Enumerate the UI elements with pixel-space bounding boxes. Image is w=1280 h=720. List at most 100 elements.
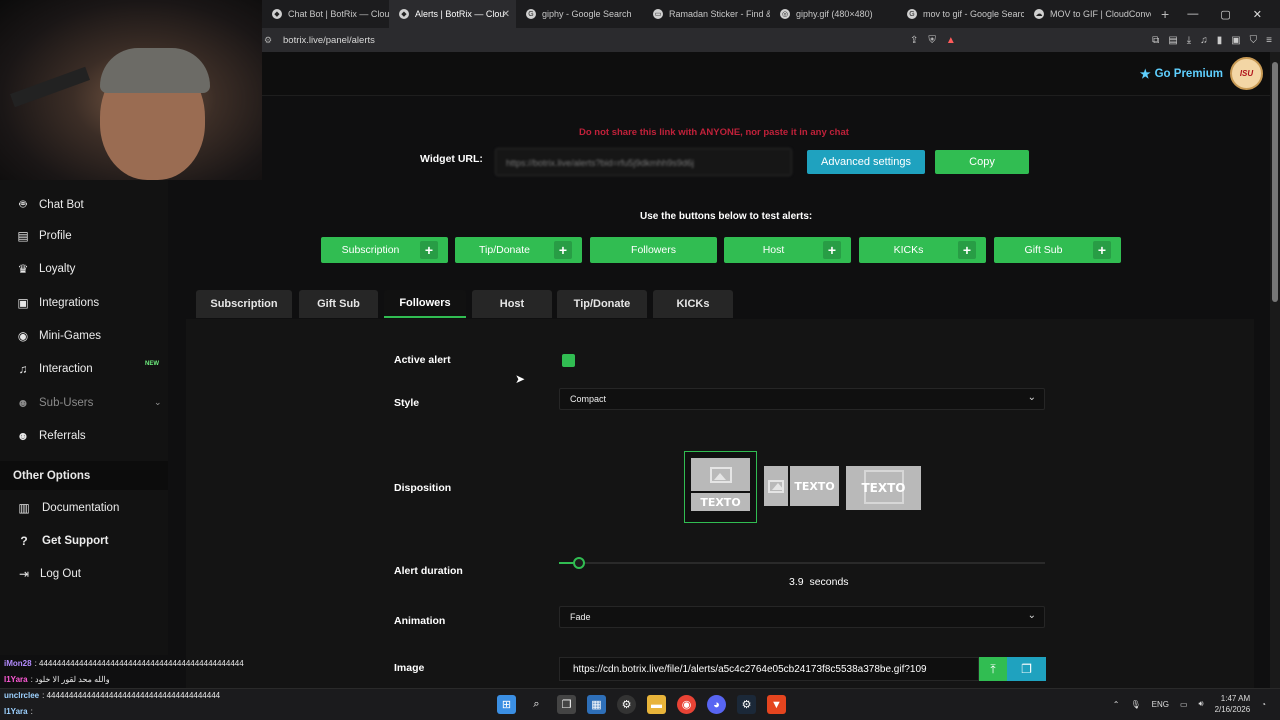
reader-icon[interactable]: ▤: [1168, 35, 1177, 46]
new-tab-icon[interactable]: +: [1151, 6, 1179, 22]
botrix-favicon-icon: ◆: [399, 9, 409, 19]
search-icon[interactable]: ⌕: [527, 695, 546, 714]
plus-icon[interactable]: +: [823, 241, 841, 259]
maximize-icon[interactable]: ▢: [1220, 8, 1230, 21]
chevron-up-icon[interactable]: ⌃: [1113, 700, 1120, 709]
start-icon[interactable]: ⊞: [497, 695, 516, 714]
sidebar-item-mini-games[interactable]: ◉ Mini-Games: [16, 329, 101, 343]
botrix-favicon-icon: ◆: [272, 9, 282, 19]
wallet-icon[interactable]: ▣: [1231, 35, 1240, 46]
notifications-icon[interactable]: ◔: [1261, 700, 1266, 709]
browser-tab[interactable]: ☁ MOV to GIF | CloudConve: [1024, 0, 1151, 28]
advanced-settings-button[interactable]: Advanced settings: [807, 150, 925, 174]
brave-icon[interactable]: ▼: [767, 695, 786, 714]
network-icon[interactable]: ▭: [1180, 700, 1188, 709]
test-gift-sub-button[interactable]: Gift Sub +: [994, 237, 1121, 263]
extensions-icon[interactable]: ⧉: [1152, 35, 1159, 46]
sidebar-item-integrations[interactable]: ▣ Integrations: [16, 296, 99, 310]
language-indicator[interactable]: ENG: [1152, 700, 1169, 709]
test-host-button[interactable]: Host +: [724, 237, 851, 263]
sidebar-item-chat-bot[interactable]: 🤖︎ Chat Bot: [16, 196, 83, 213]
url-text[interactable]: botrix.live/panel/alerts: [283, 35, 375, 46]
discord-icon[interactable]: ◕: [707, 695, 726, 714]
disposition-option-side[interactable]: TEXTO: [764, 466, 839, 506]
image-url-input[interactable]: https://cdn.botrix.live/file/1/alerts/a5…: [559, 657, 979, 681]
browser-tab[interactable]: ◎ giphy.gif (480×480): [770, 0, 897, 28]
plus-icon[interactable]: +: [1093, 241, 1111, 259]
style-select[interactable]: Compact ⌄: [559, 388, 1045, 410]
tab-gift-sub[interactable]: Gift Sub: [299, 290, 378, 318]
shield-icon[interactable]: ⛨: [928, 35, 936, 46]
clock[interactable]: 1:47 AM 2/16/2026: [1215, 693, 1251, 715]
tab-kicks[interactable]: KICKs: [653, 290, 733, 318]
test-kicks-button[interactable]: KICKs +: [859, 237, 986, 263]
close-icon[interactable]: ✕: [502, 9, 510, 20]
tab-tip-donate[interactable]: Tip/Donate: [557, 290, 647, 318]
sidebar-item-documentation[interactable]: ▥ Documentation: [17, 501, 119, 515]
sidebar-item-log-out[interactable]: ⇥ Log Out: [17, 567, 81, 581]
test-subscription-button[interactable]: Subscription +: [321, 237, 448, 263]
image-placeholder-icon: [764, 466, 788, 506]
microphone-icon[interactable]: 🎙︎: [1130, 700, 1140, 709]
volume-icon[interactable]: 🔊︎: [1199, 699, 1204, 709]
browser-tab[interactable]: ◆ Chat Bot | BotRix — Cloud: [262, 0, 389, 28]
avatar[interactable]: ISU: [1230, 57, 1263, 90]
sidebar: [0, 180, 168, 655]
sidebar-toggle-icon[interactable]: ▮: [1217, 35, 1223, 46]
rewards-icon[interactable]: ▲: [946, 35, 956, 46]
chevron-down-icon[interactable]: ⌄: [154, 397, 162, 408]
disposition-option-overlay[interactable]: TEXTO: [846, 466, 921, 510]
media-icon[interactable]: ♫: [1200, 35, 1208, 46]
tab-host[interactable]: Host: [472, 290, 552, 318]
sidebar-item-loyalty[interactable]: ♛ Loyalty: [16, 262, 76, 276]
test-followers-button[interactable]: Followers: [590, 237, 717, 263]
test-tip-donate-button[interactable]: Tip/Donate +: [455, 237, 582, 263]
task-view-icon[interactable]: ❐: [557, 695, 576, 714]
minimize-icon[interactable]: —: [1187, 8, 1198, 21]
settings-app-icon[interactable]: ⚙: [617, 695, 636, 714]
browser-tab[interactable]: Gmov to gif - Google Searc: [897, 0, 1024, 28]
share-icon[interactable]: ⇪: [910, 35, 918, 46]
sidebar-item-interaction[interactable]: ♫ Interaction: [16, 362, 93, 376]
chevron-down-icon: ⌄: [1027, 610, 1036, 621]
animation-select[interactable]: Fade ⌄: [559, 606, 1045, 628]
browser-tab[interactable]: Ggiphy - Google Search: [516, 0, 643, 28]
google-favicon-icon: G: [526, 9, 536, 19]
page-scrollbar[interactable]: [1270, 52, 1280, 688]
tab-subscription[interactable]: Subscription: [196, 290, 292, 318]
sidebar-item-referrals[interactable]: ☻ Referrals: [16, 429, 86, 443]
widget-warning: Do not share this link with ANYONE, nor …: [579, 127, 849, 138]
browser-tab[interactable]: ▭ Ramadan Sticker - Find &: [643, 0, 770, 28]
plus-icon[interactable]: +: [554, 241, 572, 259]
webcam-overlay: [0, 0, 262, 180]
sidebar-item-profile[interactable]: ▤ Profile: [16, 229, 71, 243]
style-label: Style: [394, 397, 420, 409]
plus-icon[interactable]: +: [420, 241, 438, 259]
close-window-icon[interactable]: ✕: [1253, 8, 1262, 21]
copy-button[interactable]: Copy: [935, 150, 1029, 174]
scrollbar-thumb[interactable]: [1272, 62, 1278, 302]
browser-tab-active[interactable]: ◆ Alerts | BotRix — Clou ✕: [389, 0, 516, 28]
site-settings-icon[interactable]: ⚙: [264, 35, 272, 46]
store-icon[interactable]: ▦: [587, 695, 606, 714]
alert-duration-slider[interactable]: [559, 557, 1045, 569]
system-tray: ⌃ 🎙︎ ENG ▭ 🔊︎ 1:47 AM 2/16/2026 ◔: [1113, 693, 1266, 715]
active-alert-checkbox[interactable]: [562, 354, 575, 367]
download-icon[interactable]: ⤓: [1187, 35, 1191, 46]
gallery-icon[interactable]: ❐: [1007, 657, 1046, 681]
disposition-option-stacked[interactable]: TEXTO: [684, 451, 757, 523]
menu-icon[interactable]: ≡: [1266, 35, 1272, 46]
vpn-icon[interactable]: ⛉: [1250, 35, 1258, 46]
upload-icon[interactable]: ⤒: [979, 657, 1007, 681]
file-explorer-icon[interactable]: ▬: [647, 695, 666, 714]
plus-icon[interactable]: +: [958, 241, 976, 259]
steam-icon[interactable]: ⚙: [737, 695, 756, 714]
widget-url-input[interactable]: https://botrix.live/alerts?bid=rfu5j9dkm…: [495, 148, 792, 176]
slider-handle[interactable]: [573, 557, 585, 569]
chrome-icon[interactable]: ◉: [677, 695, 696, 714]
tab-followers[interactable]: Followers: [384, 290, 466, 318]
sidebar-item-sub-users[interactable]: ☻ Sub-Users: [16, 396, 94, 410]
chat-message: I1Yara:: [4, 706, 33, 716]
go-premium-link[interactable]: ★ Go Premium: [1140, 67, 1223, 81]
sidebar-item-get-support[interactable]: ? Get Support: [17, 534, 108, 548]
